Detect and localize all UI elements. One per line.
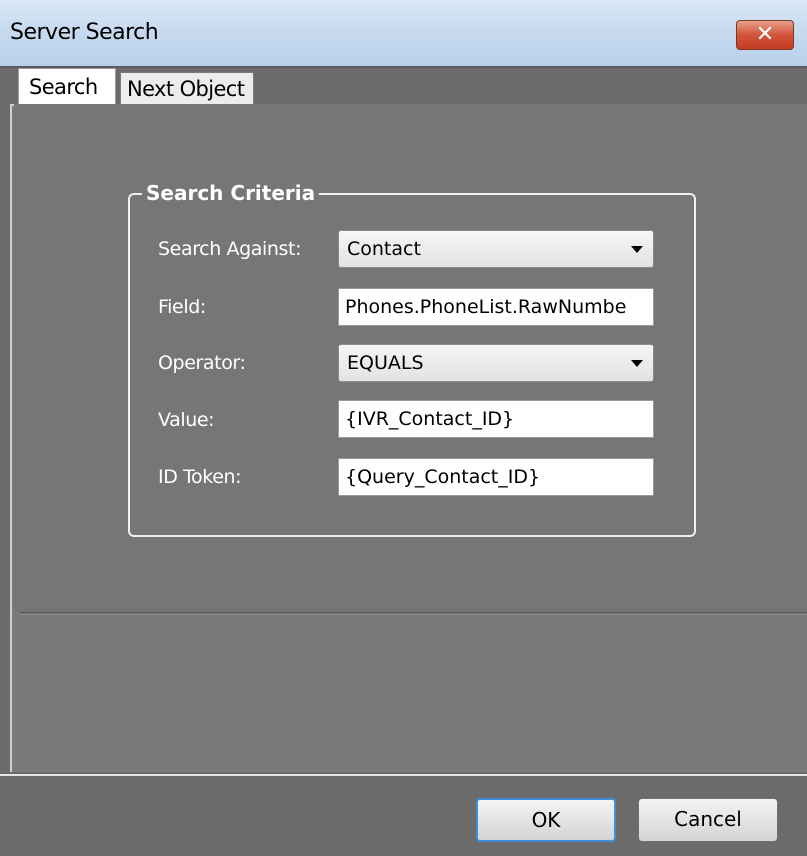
chevron-down-icon bbox=[631, 360, 643, 367]
operator-select[interactable]: EQUALS bbox=[338, 344, 654, 382]
id-token-input[interactable]: {Query_Contact_ID} bbox=[338, 458, 654, 496]
cancel-button[interactable]: Cancel bbox=[638, 798, 778, 842]
panel-divider bbox=[20, 612, 807, 613]
search-against-label: Search Against: bbox=[158, 238, 302, 260]
tab-search[interactable]: Search bbox=[18, 68, 116, 106]
operator-label: Operator: bbox=[158, 352, 246, 374]
ok-button[interactable]: OK bbox=[476, 798, 616, 842]
lower-panel bbox=[20, 615, 807, 767]
title-bar[interactable]: Server Search ✕ bbox=[0, 0, 807, 66]
close-icon: ✕ bbox=[755, 22, 775, 47]
operator-value: EQUALS bbox=[347, 352, 424, 374]
field-input[interactable]: Phones.PhoneList.RawNumbe bbox=[338, 288, 654, 326]
tab-strip: Search Next Object bbox=[0, 66, 807, 106]
value-label: Value: bbox=[158, 409, 215, 431]
value-input[interactable]: {IVR_Contact_ID} bbox=[338, 400, 654, 438]
tab-next-object[interactable]: Next Object bbox=[120, 72, 254, 106]
chevron-down-icon bbox=[631, 246, 643, 253]
server-search-dialog: Server Search ✕ Search Next Object Searc… bbox=[0, 0, 807, 856]
close-button[interactable]: ✕ bbox=[736, 20, 794, 50]
id-token-label: ID Token: bbox=[158, 466, 242, 488]
field-label: Field: bbox=[158, 296, 206, 318]
search-criteria-title: Search Criteria bbox=[142, 181, 320, 205]
search-against-select[interactable]: Contact bbox=[338, 230, 654, 268]
left-edge bbox=[0, 104, 10, 774]
search-against-value: Contact bbox=[347, 238, 421, 260]
window-title: Server Search bbox=[10, 20, 159, 45]
